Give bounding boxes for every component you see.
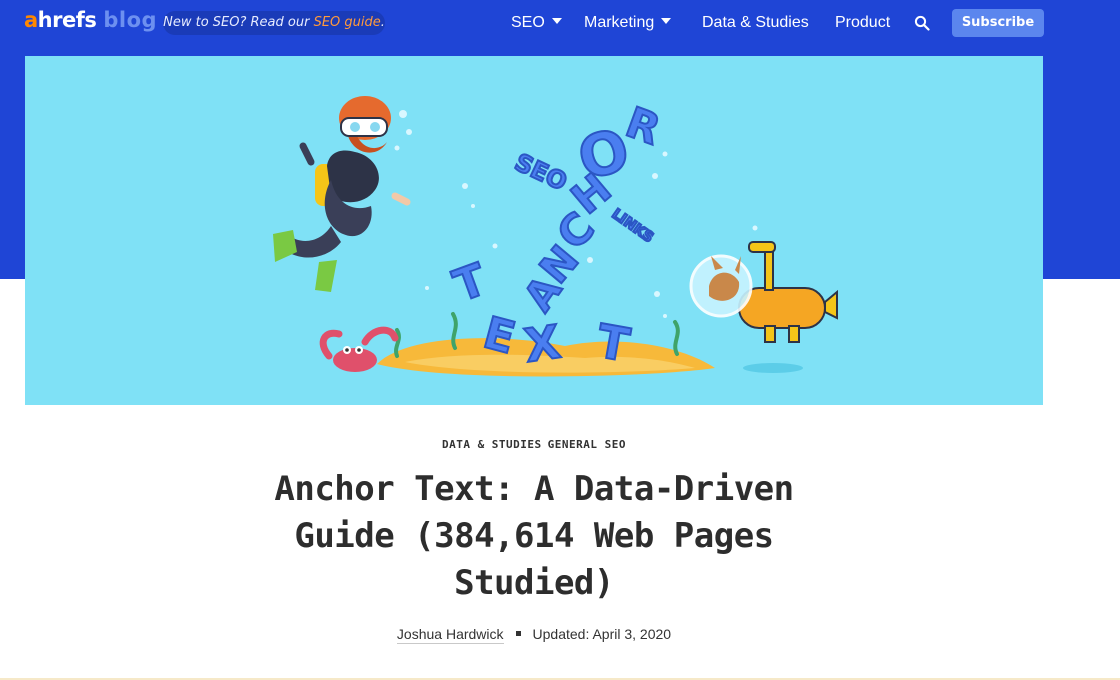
nav-item-product[interactable]: Product	[835, 13, 890, 33]
author-link[interactable]: Joshua Hardwick	[396, 626, 504, 644]
hero-letter: T	[447, 254, 493, 312]
hero-word-links: LINKS	[609, 206, 656, 246]
subscribe-button[interactable]: Subscribe	[952, 9, 1044, 37]
article-meta: Joshua Hardwick Updated: April 3, 2020	[0, 626, 1068, 644]
ahrefs-blog-logo[interactable]: ahrefs blog	[24, 8, 157, 32]
nav-item-marketing[interactable]: Marketing	[584, 13, 672, 33]
updated-date: Updated: April 3, 2020	[532, 626, 672, 642]
submarine-dog-illustration	[689, 241, 838, 373]
category-link[interactable]: GENERAL SEO	[548, 438, 626, 451]
hero-letter: X	[521, 314, 564, 372]
nav-item-data-studies[interactable]: Data & Studies	[702, 13, 809, 33]
category-link[interactable]: DATA & STUDIES	[442, 438, 542, 451]
search-icon[interactable]	[914, 15, 930, 31]
chevron-down-icon	[551, 17, 562, 24]
top-navigation: ahrefs blog New to SEO? Read our SEO guid…	[0, 0, 1120, 46]
anchor-text-letters: T E X T A N C H O R SEO LINKS	[446, 96, 667, 374]
diver-illustration	[273, 96, 411, 292]
seo-guide-promo[interactable]: New to SEO? Read our SEO guide.	[163, 11, 385, 35]
nav-item-seo[interactable]: SEO	[511, 13, 562, 33]
meta-separator	[515, 630, 521, 636]
hero-illustration: T E X T A N C H O R SEO LINKS	[25, 56, 1043, 405]
article-title: Anchor Text: A Data-Driven Guide (384,61…	[274, 469, 794, 603]
underwater-illustration: T E X T A N C H O R SEO LINKS	[273, 96, 838, 377]
chevron-down-icon	[661, 17, 672, 24]
article-categories: DATA & STUDIES GENERAL SEO	[0, 438, 1068, 451]
seo-guide-link[interactable]: SEO guide	[314, 15, 381, 30]
hero-word-seo: SEO	[510, 148, 571, 196]
hero-letter: R	[620, 97, 667, 154]
